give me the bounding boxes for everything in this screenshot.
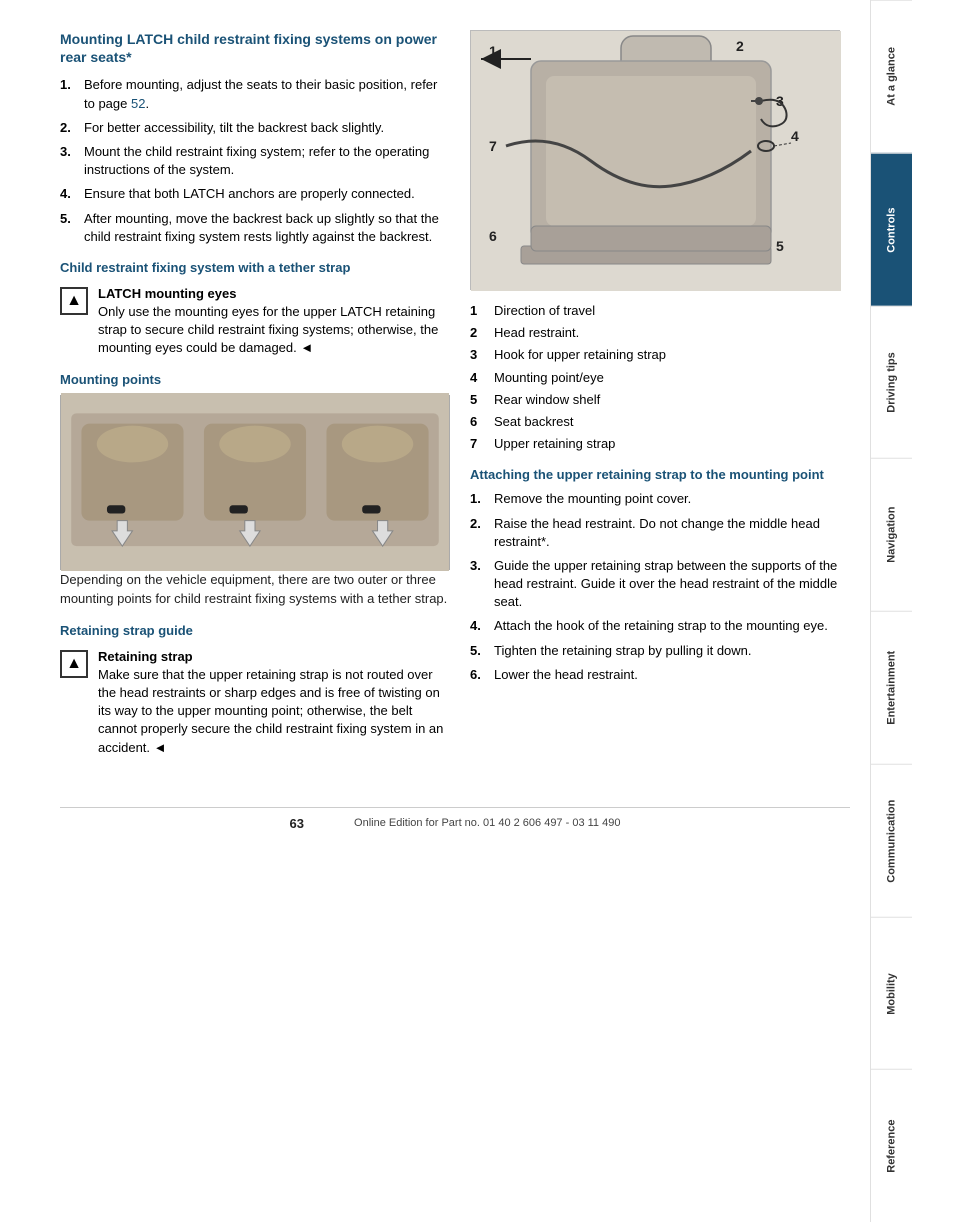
warning-latch-end: ◄ <box>300 340 313 355</box>
svg-text:4: 4 <box>791 128 799 144</box>
sidebar-item-reference[interactable]: Reference <box>871 1069 912 1222</box>
warning-strap-body: Make sure that the upper retaining strap… <box>98 667 443 755</box>
label-item-2: 2 Head restraint. <box>470 324 850 342</box>
page-link-52[interactable]: 52 <box>131 96 145 111</box>
retaining-strap-title: Retaining strap guide <box>60 623 450 638</box>
sidebar-item-entertainment[interactable]: Entertainment <box>871 611 912 764</box>
label-item-7: 7 Upper retaining strap <box>470 435 850 453</box>
label-num-5: 5 <box>470 391 486 409</box>
label-item-6: 6 Seat backrest <box>470 413 850 431</box>
label-item-4: 4 Mounting point/eye <box>470 369 850 387</box>
label-text-6: Seat backrest <box>494 413 574 431</box>
warning-strap-end: ◄ <box>154 740 167 755</box>
step-num-2: 2. <box>60 119 76 137</box>
step-text-3: Mount the child restraint fixing system;… <box>84 143 450 179</box>
sidebar-item-at-a-glance[interactable]: At a glance <box>871 0 912 153</box>
main-steps-list: 1. Before mounting, adjust the seats to … <box>60 76 450 246</box>
label-text-4: Mounting point/eye <box>494 369 604 387</box>
attaching-steps-list: 1. Remove the mounting point cover. 2. R… <box>470 490 850 684</box>
page-footer: 63 Online Edition for Part no. 01 40 2 6… <box>60 807 850 841</box>
seat-diagram: 1 2 3 <box>470 30 840 290</box>
attach-num-4: 4. <box>470 617 486 635</box>
warning-strap: ▲ Retaining strap Make sure that the upp… <box>60 648 450 757</box>
warning-latch-label: LATCH mounting eyes <box>98 286 236 301</box>
attach-text-1: Remove the mounting point cover. <box>494 490 691 508</box>
step-num-5: 5. <box>60 210 76 246</box>
diagram-labels-list: 1 Direction of travel 2 Head restraint. … <box>470 302 850 453</box>
step-text-1: Before mounting, adjust the seats to the… <box>84 76 450 112</box>
attach-num-3: 3. <box>470 557 486 612</box>
label-text-7: Upper retaining strap <box>494 435 615 453</box>
step-text-4: Ensure that both LATCH anchors are prope… <box>84 185 415 203</box>
child-section-title: Child restraint fixing system with a tet… <box>60 260 450 275</box>
warning-icon-1: ▲ <box>60 287 88 315</box>
mounting-points-title: Mounting points <box>60 372 450 387</box>
sidebar: At a glance Controls Driving tips Naviga… <box>870 0 912 1222</box>
footer-text: Online Edition for Part no. 01 40 2 606 … <box>354 817 620 829</box>
warning-strap-text: Retaining strap Make sure that the upper… <box>98 648 450 757</box>
attach-step-4: 4. Attach the hook of the retaining stra… <box>470 617 850 635</box>
warning-icon-2: ▲ <box>60 650 88 678</box>
step-5: 5. After mounting, move the backrest bac… <box>60 210 450 246</box>
attach-step-3: 3. Guide the upper retaining strap betwe… <box>470 557 850 612</box>
attach-num-6: 6. <box>470 666 486 684</box>
label-item-1: 1 Direction of travel <box>470 302 850 320</box>
label-num-1: 1 <box>470 302 486 320</box>
mounting-diagram-svg <box>61 393 449 572</box>
step-text-2: For better accessibility, tilt the backr… <box>84 119 384 137</box>
step-1: 1. Before mounting, adjust the seats to … <box>60 76 450 112</box>
attach-step-1: 1. Remove the mounting point cover. <box>470 490 850 508</box>
attach-step-2: 2. Raise the head restraint. Do not chan… <box>470 515 850 551</box>
warning-latch-body: Only use the mounting eyes for the upper… <box>98 304 438 355</box>
label-num-3: 3 <box>470 346 486 364</box>
sidebar-item-controls[interactable]: Controls <box>871 153 912 306</box>
warning-latch-text: LATCH mounting eyes Only use the mountin… <box>98 285 450 358</box>
mounting-points-diagram <box>60 395 450 570</box>
attach-text-2: Raise the head restraint. Do not change … <box>494 515 850 551</box>
seat-diagram-svg: 1 2 3 <box>471 31 841 291</box>
label-text-1: Direction of travel <box>494 302 595 320</box>
sidebar-item-mobility[interactable]: Mobility <box>871 917 912 1070</box>
sidebar-item-communication[interactable]: Communication <box>871 764 912 917</box>
step-num-1: 1. <box>60 76 76 112</box>
step-3: 3. Mount the child restraint fixing syst… <box>60 143 450 179</box>
svg-text:6: 6 <box>489 228 497 244</box>
label-num-6: 6 <box>470 413 486 431</box>
step-text-5: After mounting, move the backrest back u… <box>84 210 450 246</box>
attach-text-3: Guide the upper retaining strap between … <box>494 557 850 612</box>
attach-text-5: Tighten the retaining strap by pulling i… <box>494 642 752 660</box>
label-text-2: Head restraint. <box>494 324 579 342</box>
step-4: 4. Ensure that both LATCH anchors are pr… <box>60 185 450 203</box>
step-2: 2. For better accessibility, tilt the ba… <box>60 119 450 137</box>
attaching-title: Attaching the upper retaining strap to t… <box>470 467 850 482</box>
label-num-2: 2 <box>470 324 486 342</box>
attach-text-4: Attach the hook of the retaining strap t… <box>494 617 828 635</box>
attach-num-5: 5. <box>470 642 486 660</box>
step-num-3: 3. <box>60 143 76 179</box>
attach-num-1: 1. <box>470 490 486 508</box>
label-num-4: 4 <box>470 369 486 387</box>
svg-text:5: 5 <box>776 238 784 254</box>
sidebar-item-navigation[interactable]: Navigation <box>871 458 912 611</box>
label-item-5: 5 Rear window shelf <box>470 391 850 409</box>
svg-text:2: 2 <box>736 38 744 54</box>
step-num-4: 4. <box>60 185 76 203</box>
label-text-3: Hook for upper retaining strap <box>494 346 666 364</box>
sidebar-item-driving-tips[interactable]: Driving tips <box>871 306 912 459</box>
svg-text:7: 7 <box>489 138 497 154</box>
label-num-7: 7 <box>470 435 486 453</box>
label-text-5: Rear window shelf <box>494 391 600 409</box>
attach-num-2: 2. <box>470 515 486 551</box>
warning-strap-label: Retaining strap <box>98 649 193 664</box>
attach-text-6: Lower the head restraint. <box>494 666 638 684</box>
page-number: 63 <box>290 816 304 831</box>
main-title: Mounting LATCH child restraint fixing sy… <box>60 30 450 66</box>
label-item-3: 3 Hook for upper retaining strap <box>470 346 850 364</box>
attach-step-6: 6. Lower the head restraint. <box>470 666 850 684</box>
warning-latch: ▲ LATCH mounting eyes Only use the mount… <box>60 285 450 358</box>
mounting-caption: Depending on the vehicle equipment, ther… <box>60 570 450 609</box>
attach-step-5: 5. Tighten the retaining strap by pullin… <box>470 642 850 660</box>
